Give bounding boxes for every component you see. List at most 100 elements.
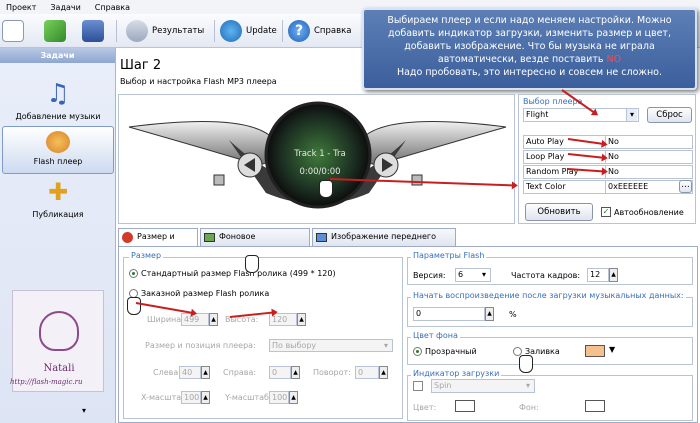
left-label: Слева: [153,368,181,377]
sidebar: Задачи ♫ Добавление музыки Flash плеер ✚… [0,48,116,423]
autorefresh-toggle[interactable]: ✓ Автообновление [601,207,684,217]
sidebar-item-flash-player[interactable]: Flash плеер [2,126,114,174]
fps-input[interactable]: 12 [587,268,609,282]
pointer-hand-icon [245,255,259,273]
sidebar-options-icon[interactable]: ▾ [82,406,110,418]
globe-icon [220,20,242,42]
palette-icon [46,131,70,153]
sidebar-item-label: Flash плеер [33,157,83,166]
step-subtitle: Выбор и настройка Flash MP3 плеера [120,77,277,86]
tab-foreground-image[interactable]: Изображение переднего плана [312,228,456,257]
sidebar-title: Задачи [0,48,115,63]
tab-size-color[interactable]: Размер и цвет [118,228,198,257]
checkbox-checked-icon[interactable]: ✓ [601,207,611,217]
version-select[interactable]: 6 ▾ [455,268,491,282]
right-input[interactable]: 0 [269,366,291,379]
size-standard-label: Стандартный размер Flash ролика (499 * 1… [141,269,336,278]
left-input[interactable]: 40 [179,366,201,379]
prop-key: Text Color [524,181,606,193]
xscale-spinner[interactable]: ▲ [201,391,210,404]
update-label: Update [246,26,277,36]
pointer-hand-icon [127,297,141,315]
floppy-disk-icon [82,20,104,42]
menu-item-tasks[interactable]: Задачи [50,3,80,12]
settings-tabs: Размер и цвет Фоновое изображение Изобра… [118,228,698,257]
open-button[interactable] [44,18,66,44]
new-file-icon [2,20,24,42]
position-select[interactable]: По выбору ▾ [269,339,393,352]
rotate-input[interactable]: 0 [355,366,379,379]
pointer-hand-icon [319,180,333,198]
prop-row-textcolor[interactable]: Text Color 0xEEEEEE [523,180,693,194]
prop-value[interactable]: No [606,166,692,178]
bg-color-group-title: Цвет фона [411,331,460,340]
start-percent-input[interactable]: 0 [413,307,485,321]
indicator-type-value: Spin [434,381,452,390]
yscale-input[interactable]: 100 [269,391,289,404]
flight-player-graphic [128,101,507,209]
player-select[interactable]: Flight ▾ [523,108,639,122]
indicator-bg-label: Фон: [519,403,539,412]
results-button[interactable]: Результаты [126,18,204,44]
open-arrow-icon [44,20,66,42]
indicator-checkbox[interactable] [413,381,423,391]
version-value: 6 [458,270,464,279]
yscale-spinner[interactable]: ▲ [289,391,298,404]
rotate-spinner[interactable]: ▲ [379,366,388,379]
indicator-group-title: Индикатор загрузки [411,369,502,378]
help-button[interactable]: ? Справка [288,18,351,44]
indicator-type-select[interactable]: Spin ▾ [431,379,535,393]
xscale-input[interactable]: 100 [181,391,201,404]
fps-spinner[interactable]: ▲ [609,268,618,282]
version-label: Версия: [413,271,446,280]
start-percent-spinner[interactable]: ▲ [485,307,494,321]
music-note-icon: ♫ [46,79,70,109]
indicator-bg-swatch[interactable] [585,400,605,412]
reset-button[interactable]: Сброс [647,107,692,123]
question-icon: ? [288,20,310,42]
chevron-down-icon[interactable]: ▼ [609,345,615,354]
bg-transparent-option[interactable]: Прозрачный [413,347,477,356]
fps-label: Частота кадров: [511,271,581,280]
callout-text-2: Надо пробовать, это интересно и совсем н… [396,67,663,78]
save-button[interactable] [82,18,104,44]
xscale-label: X-масштаб [141,393,187,402]
radio-selected-icon[interactable] [413,347,422,356]
bg-transparent-label: Прозрачный [425,347,477,356]
prop-row-loopplay[interactable]: Loop Play No [523,150,693,164]
help-label: Справка [314,26,352,36]
new-button[interactable] [2,18,24,44]
size-group-title: Размер [129,251,164,260]
sidebar-item-add-music[interactable]: ♫ Добавление музыки [6,80,110,121]
sidebar-item-label: Публикация [32,210,84,219]
size-custom-option[interactable]: Заказной размер Flash ролика [129,289,269,298]
radio-selected-icon[interactable] [129,269,138,278]
callout-highlight: NO [606,54,622,65]
indicator-color-swatch[interactable] [455,400,475,412]
sidebar-item-label: Добавление музыки [15,112,101,121]
color-picker-button[interactable]: … [679,180,692,193]
size-standard-option[interactable]: Стандартный размер Flash ролика (499 * 1… [129,269,336,278]
left-spinner[interactable]: ▲ [201,366,210,379]
update-button[interactable]: Update [220,18,277,44]
width-spinner[interactable]: ▲ [209,313,218,326]
instruction-callout: Выбираем плеер и если надо меняем настро… [362,8,697,90]
tab-background-image[interactable]: Фоновое изображение [200,228,310,257]
menu-item-help[interactable]: Справка [95,3,130,12]
menu-item-project[interactable]: Проект [6,3,36,12]
fill-color-swatch[interactable] [585,345,605,357]
prop-value[interactable]: No [606,136,692,148]
yscale-label: Y-масштаб [225,393,269,402]
sidebar-item-publish[interactable]: ✚ Публикация [6,178,110,219]
cat-logo-icon [39,311,79,351]
refresh-button[interactable]: Обновить [525,203,593,221]
player-select-value: Flight [526,110,549,119]
watermark-image: Natali [12,290,104,392]
pointer-hand-icon [519,355,533,373]
image-icon [316,233,327,242]
width-label: Ширина: [147,315,184,324]
prop-row-autoplay[interactable]: Auto Play No [523,135,693,149]
right-spinner[interactable]: ▲ [291,366,300,379]
prop-value[interactable]: No [606,151,692,163]
height-spinner[interactable]: ▲ [297,313,306,326]
